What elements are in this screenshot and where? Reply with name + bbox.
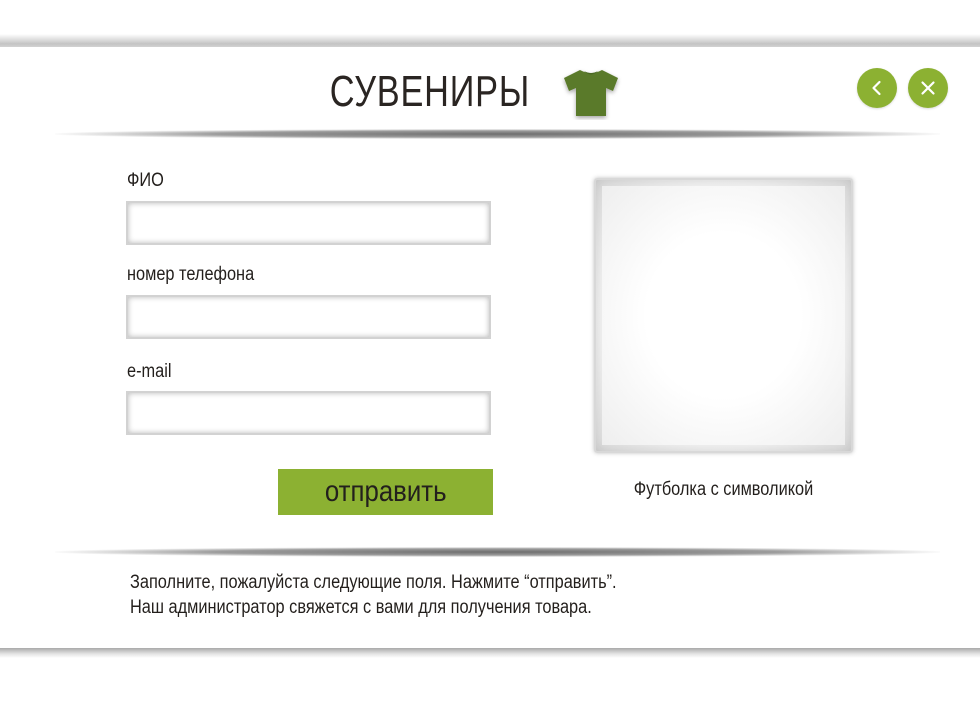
product-image-placeholder	[602, 186, 845, 445]
product-image-frame	[594, 178, 853, 453]
close-button[interactable]	[908, 68, 948, 108]
submit-button-label: отправить	[324, 475, 447, 508]
phone-label: номер телефона	[127, 264, 255, 285]
email-field[interactable]	[126, 391, 491, 435]
submit-button[interactable]: отправить	[278, 469, 493, 515]
t-shirt-icon	[560, 66, 622, 120]
name-field[interactable]	[126, 201, 491, 245]
footer-divider	[55, 547, 940, 557]
bottom-band-shadow	[0, 648, 980, 658]
email-label: e-mail	[127, 361, 172, 382]
header-divider	[55, 129, 940, 139]
chevron-left-icon	[872, 80, 881, 96]
back-button[interactable]	[857, 68, 897, 108]
instructions-line-2: Наш администратор свяжется с вами для по…	[130, 597, 592, 618]
instructions-text: Заполните, пожалуйста следующие поля. На…	[130, 570, 732, 620]
name-label: ФИО	[127, 170, 164, 191]
product-caption: Футболка с символикой	[633, 479, 814, 500]
instructions-line-1: Заполните, пожалуйста следующие поля. На…	[130, 572, 617, 593]
phone-field[interactable]	[126, 295, 491, 339]
close-icon	[921, 81, 935, 95]
top-band-shadow	[0, 34, 980, 48]
page-title: СУВЕНИРЫ	[329, 67, 530, 116]
